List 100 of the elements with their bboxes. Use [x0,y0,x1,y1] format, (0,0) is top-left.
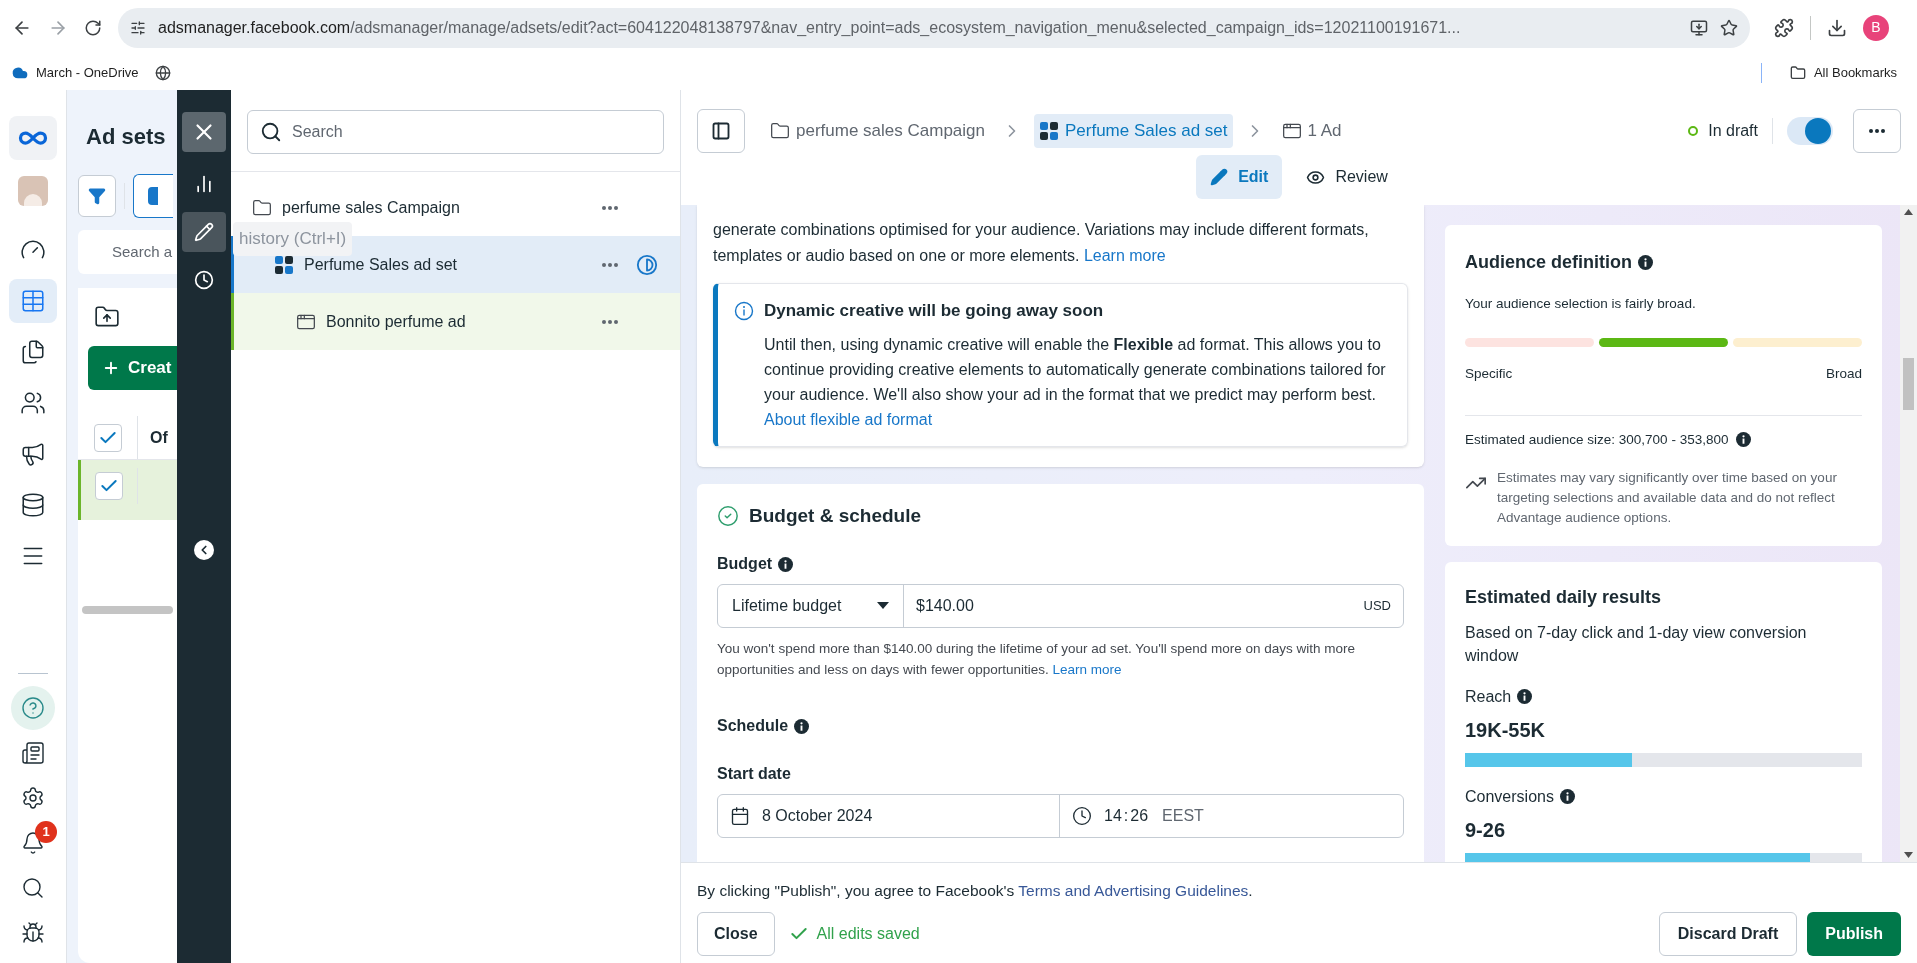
filter-button[interactable] [78,175,116,217]
more-icon[interactable] [602,319,618,324]
view-button[interactable] [133,174,173,218]
pencil-icon [1210,168,1229,186]
breadcrumb[interactable]: perfume sales Campaign [765,113,990,148]
learn-more-link[interactable]: Learn more [1052,662,1122,677]
search-field[interactable]: Search [247,110,664,154]
help-icon [21,696,45,720]
notice-title: Dynamic creative will be going away soon [764,300,1104,322]
metric-value: 19K-55K [1465,717,1547,743]
learn-more-link[interactable]: Learn more [1083,247,1166,264]
bookmark[interactable]: March - OneDrive [12,62,139,83]
breadcrumb[interactable]: 1 Ad [1276,113,1347,148]
filter-icon [88,187,106,205]
metric-value: 9-26 [1465,817,1507,843]
summary-text: Your audience selection is fairly broad. [1465,295,1697,313]
close-button[interactable]: Close [697,912,775,957]
checkbox[interactable] [95,472,123,500]
meta-logo[interactable] [9,116,57,160]
sidebar-icon [711,120,731,141]
search-field[interactable]: Search a [78,230,177,274]
collapse-button[interactable] [194,540,214,560]
search-icon [21,876,45,900]
scrollbar[interactable] [1900,205,1917,862]
folder-icon [252,197,272,218]
profile-avatar[interactable]: B [1863,14,1889,41]
documents-icon [20,339,46,365]
reload-icon[interactable] [84,18,102,37]
info-icon [1517,689,1533,705]
audience-size-text: Estimated audience size: 300,700 - 353,800 [1465,430,1729,449]
news-icon [21,741,45,765]
clock-icon [194,270,214,290]
search-icon [260,121,282,143]
tab[interactable]: Review [1292,155,1402,199]
settings-icon [21,786,45,810]
checkbox[interactable] [93,423,122,452]
nav-item[interactable]: 1 [11,821,55,865]
note-text: Estimates may vary significantly over time based on your targeting selections and available data and do not reflect Advantage audience options. [1497,468,1838,527]
bell-icon [21,831,45,855]
extensions-icon[interactable] [1774,17,1794,38]
create-button[interactable]: Creat [88,346,177,390]
install-icon[interactable] [1690,18,1708,37]
info-icon [1559,789,1575,805]
tree-label: Bonnito perfume ad [326,311,466,332]
more-icon [1869,128,1885,133]
toggle-switch[interactable] [1787,116,1833,145]
pencil-icon [194,222,214,242]
field-label: Start date [717,764,792,784]
info-icon [794,718,810,734]
metric-label: Reach [1465,686,1512,707]
grid-icon [1039,120,1059,141]
column-header: Of [149,427,168,448]
close-button[interactable] [182,112,226,152]
subtitle-text: Based on 7-day click and 1-day view conversion window [1465,622,1808,666]
people-icon [20,390,46,416]
url-text: adsmanager.facebook.com/adsmanager/manage/adsets/edit?act=604122048138797&nav_entry_point=ads_ecosystem_navigation_menu&selected_campaign_ids=12021100191671... [158,17,1461,38]
all-bookmarks[interactable]: All Bookmarks [1789,62,1897,83]
tab[interactable]: Edit [1196,155,1283,199]
card-title: Audience definition [1465,251,1632,274]
section-title: Budget & schedule [749,503,922,528]
consent-text: By clicking "Publish", you agree to Facebook's Terms and Advertising Guidelines. [697,881,1254,901]
info-icon [734,300,754,321]
site-settings-icon[interactable] [130,19,146,36]
scrollbar-thumb[interactable] [1903,357,1914,410]
globe-icon[interactable] [154,64,171,81]
address-bar[interactable]: adsmanager.facebook.com/adsmanager/manage/adsets/edit?act=604122048138797&nav_entry_point=ads_ecosystem_navigation_menu&selected_campaign_ids=12021100191671... [118,7,1750,48]
table-row[interactable] [78,460,177,520]
help-text: You won't spend more than $140.00 during the lifetime of your ad set. You'll spend more on days with more opportunities and less on days with fewer opportunities. Learn more [717,640,1357,679]
publish-button[interactable]: Publish [1807,912,1901,957]
card-title: Estimated daily results [1465,585,1663,609]
discard-draft-button[interactable]: Discard Draft [1658,912,1798,957]
info-icon [778,556,794,572]
scale-label: Broad [1825,365,1862,384]
table-icon [20,288,46,314]
info-icon [1638,255,1653,270]
scroll-down-icon[interactable] [1904,852,1913,858]
tree-label: perfume sales Campaign [282,197,460,218]
megaphone-icon [20,441,46,467]
about-link[interactable]: About flexible ad format [764,410,933,428]
panel-title: Ad sets [85,123,167,151]
plus-icon [102,359,120,377]
more-icon[interactable] [602,262,618,267]
folder-icon [1789,64,1806,81]
panel-toggle-button[interactable] [697,108,745,153]
download-icon[interactable] [1827,17,1847,38]
scale-label: Specific [1465,365,1513,384]
bug-icon [21,921,45,945]
scroll-up-icon[interactable] [1904,209,1913,215]
tool-button[interactable] [182,212,226,252]
bookmark-star-icon[interactable] [1720,18,1738,37]
folder-icon [770,120,790,141]
scrollbar[interactable] [82,606,173,614]
notification-badge: 1 [35,821,57,843]
status-text: In draft [1708,120,1758,141]
more-icon[interactable] [602,205,618,210]
notice-text: Until then, using dynamic creative will enable the Flexible ad format. This allows you to continue providing creative elements to automatically generate combinations tailored for your audience. We'll also show your ad in the format that we predict may perform best. About flexible ad format [764,334,1387,430]
breadcrumb[interactable]: Perfume Sales ad set [1034,113,1233,148]
person-silhouette-icon [24,194,42,206]
tree-row[interactable]: Bonnito perfume ad [231,293,680,350]
field-label: Schedule [717,716,789,736]
